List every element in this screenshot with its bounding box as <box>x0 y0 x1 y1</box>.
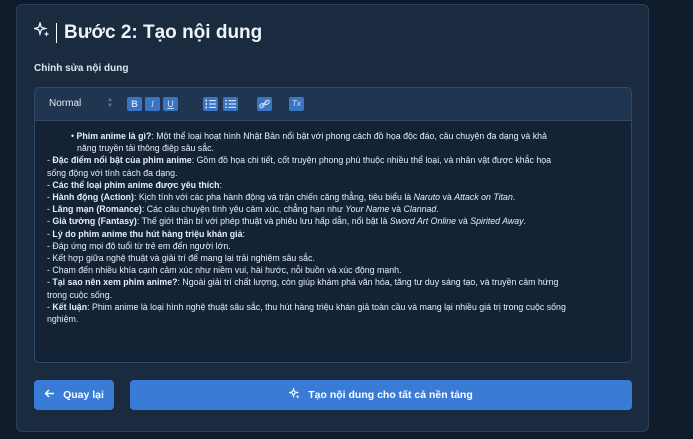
back-button[interactable]: Quay lại <box>34 380 114 410</box>
list-item-continuation: sống động với tính cách đa dạng. <box>47 167 178 178</box>
back-button-label: Quay lại <box>63 389 104 401</box>
list-item: - Các thể loại phim anime được yêu thích… <box>47 179 222 190</box>
clean-format-button[interactable]: Tx <box>289 97 304 111</box>
editor-toolbar: Normal ▲ ▼ B I U Tx <box>35 88 631 121</box>
list-item: - Tại sao nên xem phim anime?: Ngoài giả… <box>47 277 559 288</box>
italic-button[interactable]: I <box>145 97 160 111</box>
list-item-continuation: năng truyền tải thông điệp sâu sắc. <box>77 143 214 154</box>
generate-content-button[interactable]: Tạo nội dung cho tất cả nền tảng <box>130 380 632 410</box>
page-title: Bước 2: Tạo nội dung <box>64 22 263 43</box>
editor-content[interactable]: • Phim anime là gì?: Một thể loại hoạt h… <box>35 121 631 325</box>
step-card: Bước 2: Tạo nội dung Chỉnh sửa nội dung … <box>16 4 649 432</box>
bullet-list-button[interactable] <box>223 97 238 111</box>
list-item: - Hành động (Action): Kịch tính với các … <box>47 192 516 203</box>
link-button[interactable] <box>257 97 272 111</box>
sparkle-icon <box>287 386 300 402</box>
list-item: • Phim anime là gì?: Một thể loại hoạt h… <box>71 131 547 141</box>
select-arrows-icon: ▲ ▼ <box>107 97 113 109</box>
list-item: - Lãng mạn (Romance): Các câu chuyện tìn… <box>47 204 439 215</box>
editor-label: Chỉnh sửa nội dung <box>34 63 129 74</box>
bullet-list-icon <box>225 99 236 109</box>
ordered-list-button[interactable] <box>203 97 218 111</box>
arrow-left-icon <box>44 388 55 402</box>
format-select[interactable]: Normal <box>49 98 81 109</box>
list-item: - Kết hợp giữa nghệ thuật và giải trí để… <box>47 253 315 264</box>
list-item: - Đáp ứng mọi độ tuổi từ trẻ em đến ngườ… <box>47 240 231 251</box>
list-item: - Lý do phim anime thu hút hàng triệu kh… <box>47 228 245 239</box>
link-icon <box>259 99 270 109</box>
list-item: - Giả tưởng (Fantasy): Thế giới thần bí … <box>47 216 526 227</box>
list-item: - Kết luận: Phim anime là loại hình nghệ… <box>47 301 566 312</box>
sparkle-icon <box>32 20 50 44</box>
ordered-list-icon <box>205 99 216 109</box>
clean-format-icon: Tx <box>292 99 301 108</box>
text-cursor <box>56 23 57 43</box>
bold-button[interactable]: B <box>127 97 142 111</box>
list-item: - Chạm đến nhiều khía cạnh cảm xúc như n… <box>47 265 402 276</box>
list-item-continuation: trong cuộc sống. <box>47 289 113 300</box>
generate-button-label: Tạo nội dung cho tất cả nền tảng <box>308 389 473 401</box>
underline-button[interactable]: U <box>163 97 178 111</box>
list-item: - Đặc điểm nổi bật của phim anime: Gồm đ… <box>47 155 552 166</box>
rich-text-editor[interactable]: Normal ▲ ▼ B I U Tx • Phim anime là gì?: … <box>34 87 632 363</box>
step-title-row: Bước 2: Tạo nội dung <box>32 20 263 45</box>
list-item-continuation: nghiệm. <box>47 314 79 325</box>
